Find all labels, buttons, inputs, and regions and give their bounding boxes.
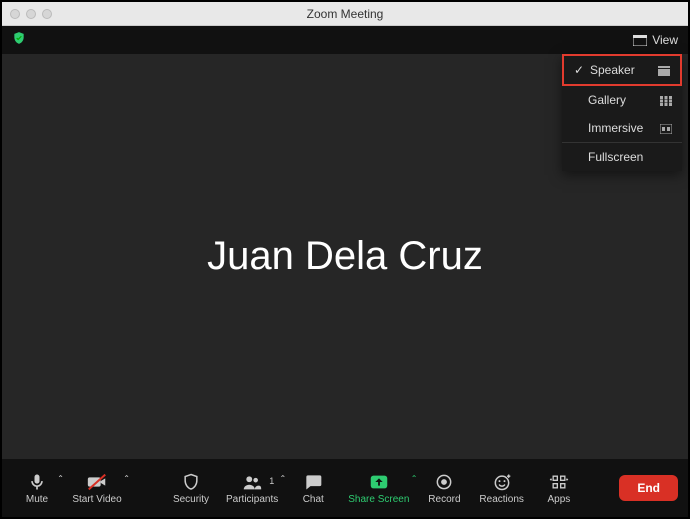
view-button[interactable]: View	[633, 33, 678, 47]
window-controls	[10, 9, 52, 19]
record-button[interactable]: Record	[419, 468, 469, 509]
apps-icon	[549, 472, 569, 492]
microphone-icon	[27, 472, 47, 492]
video-stage: Juan Dela Cruz ✓ Speaker Gallery Immersi	[2, 54, 688, 459]
titlebar: Zoom Meeting	[2, 2, 688, 26]
reactions-button[interactable]: Reactions	[473, 468, 529, 509]
control-label: Chat	[303, 494, 324, 505]
control-label: Record	[428, 494, 460, 505]
view-option-immersive[interactable]: Immersive	[562, 114, 682, 142]
control-label: Security	[173, 494, 209, 505]
mute-button[interactable]: Mute ⌃	[12, 468, 62, 509]
view-menu: ✓ Speaker Gallery Immersive	[562, 54, 682, 171]
start-video-button[interactable]: Start Video ⌃	[66, 468, 128, 509]
end-button[interactable]: End	[619, 475, 678, 501]
view-option-label: Immersive	[588, 121, 643, 135]
control-label: Mute	[26, 494, 48, 505]
view-option-label: Speaker	[590, 63, 635, 77]
chevron-up-icon[interactable]: ⌃	[123, 474, 130, 483]
control-label: Participants	[226, 494, 278, 505]
shield-icon	[181, 472, 201, 492]
chat-button[interactable]: Chat	[288, 468, 338, 509]
end-label: End	[637, 481, 660, 495]
share-screen-icon	[368, 472, 390, 492]
check-icon: ✓	[574, 63, 584, 77]
chevron-up-icon[interactable]: ⌃	[280, 474, 287, 483]
view-option-label: Fullscreen	[588, 150, 643, 164]
apps-button[interactable]: Apps	[534, 468, 584, 509]
chevron-up-icon[interactable]: ⌃	[411, 474, 418, 483]
meeting-topbar: View	[2, 26, 688, 54]
participant-name: Juan Dela Cruz	[207, 234, 483, 279]
gallery-layout-icon	[660, 95, 672, 105]
maximize-window-button[interactable]	[42, 9, 52, 19]
chat-icon	[303, 472, 323, 492]
window-title: Zoom Meeting	[2, 7, 688, 21]
view-label: View	[652, 33, 678, 47]
share-screen-button[interactable]: Share Screen ⌃	[342, 468, 415, 509]
reactions-icon	[492, 472, 512, 492]
people-icon	[241, 472, 263, 492]
encryption-shield-icon[interactable]	[12, 31, 26, 50]
immersive-layout-icon	[660, 123, 672, 133]
control-label: Reactions	[479, 494, 523, 505]
security-button[interactable]: Security	[166, 468, 216, 509]
control-label: Share Screen	[348, 494, 409, 505]
view-option-gallery[interactable]: Gallery	[562, 86, 682, 114]
close-window-button[interactable]	[10, 9, 20, 19]
participants-button[interactable]: 1 Participants ⌃	[220, 468, 284, 509]
view-layout-icon	[633, 35, 647, 46]
record-icon	[434, 472, 454, 492]
control-label: Apps	[547, 494, 570, 505]
view-option-speaker[interactable]: ✓ Speaker	[562, 54, 682, 86]
meeting-controls: Mute ⌃ Start Video ⌃ Security 1 Particip…	[2, 459, 688, 517]
control-label: Start Video	[72, 494, 121, 505]
chevron-up-icon[interactable]: ⌃	[57, 474, 64, 483]
view-option-fullscreen[interactable]: Fullscreen	[562, 143, 682, 171]
participants-count: 1	[269, 476, 274, 486]
minimize-window-button[interactable]	[26, 9, 36, 19]
video-off-icon	[86, 472, 108, 492]
view-option-label: Gallery	[588, 93, 626, 107]
speaker-layout-icon	[658, 65, 670, 75]
